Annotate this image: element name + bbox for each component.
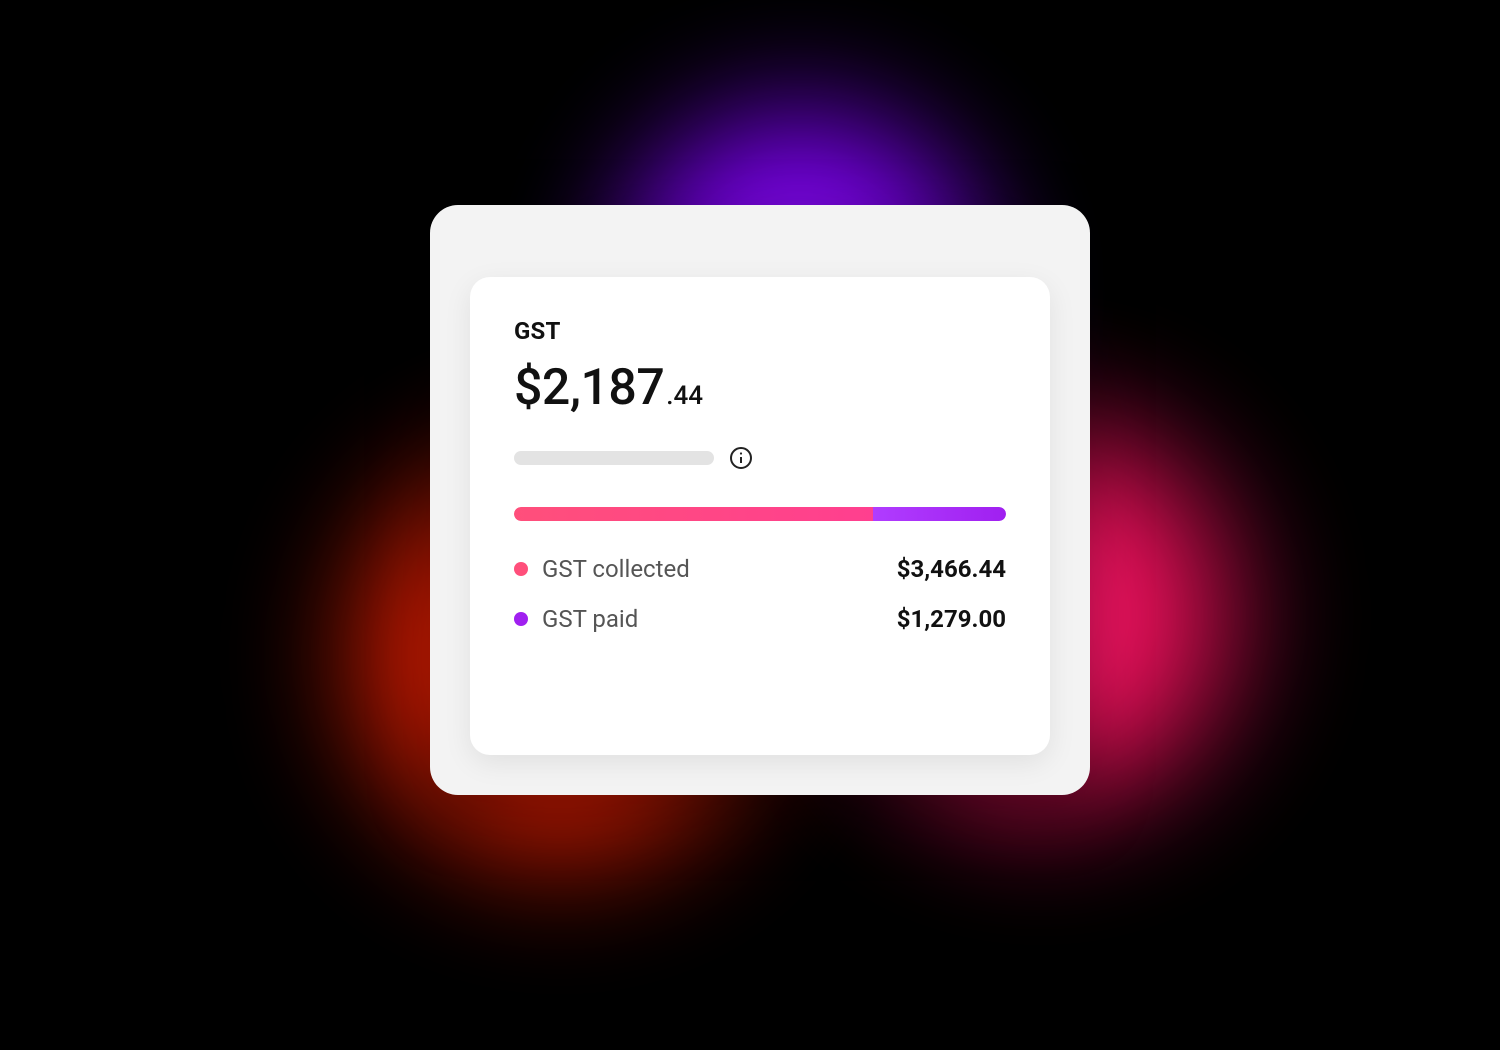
card-title: GST [514, 317, 1006, 345]
dot-paid-icon [514, 612, 528, 626]
subtitle-row [514, 445, 1006, 471]
legend-row-paid: GST paid $1,279.00 [514, 605, 1006, 633]
gst-card: GST $2,187 .44 [470, 277, 1050, 755]
legend-paid-value: $1,279.00 [897, 605, 1006, 633]
info-icon[interactable] [728, 445, 754, 471]
amount-minor: .44 [666, 381, 703, 411]
legend-collected-value: $3,466.44 [897, 555, 1006, 583]
gst-proportion-bar [514, 507, 1006, 521]
gst-widget-frame: GST $2,187 .44 [430, 205, 1090, 795]
legend-collected-label: GST collected [542, 555, 690, 583]
segment-paid [873, 507, 1006, 521]
legend-row-collected: GST collected $3,466.44 [514, 555, 1006, 583]
net-amount: $2,187 .44 [514, 359, 1006, 417]
legend-paid-label: GST paid [542, 605, 638, 633]
amount-major: $2,187 [514, 359, 664, 417]
placeholder-bar [514, 451, 714, 465]
segment-collected [514, 507, 873, 521]
dot-collected-icon [514, 562, 528, 576]
